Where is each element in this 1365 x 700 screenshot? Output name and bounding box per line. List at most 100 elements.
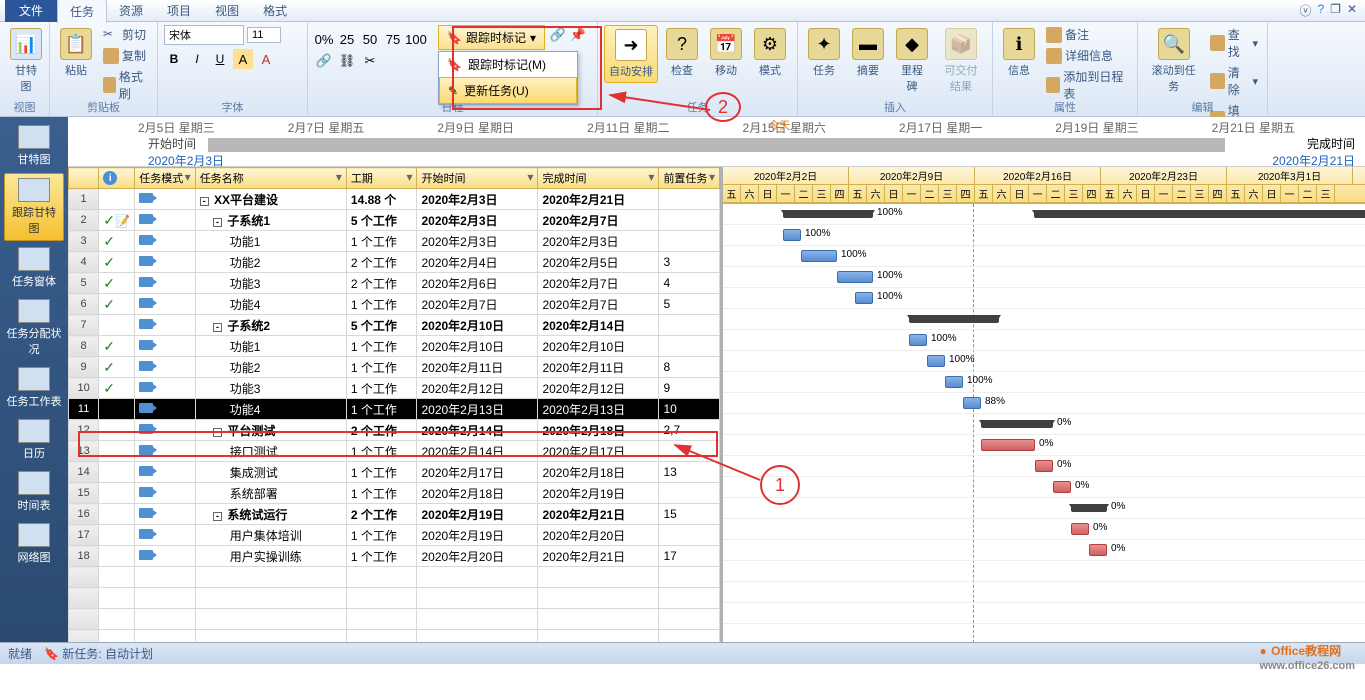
auto-schedule-button[interactable]: ➜自动安排 (604, 25, 658, 83)
task-grid[interactable]: i任务模式▾任务名称▾工期▾开始时间▾完成时间▾前置任务▾ 1- XX平台建设1… (68, 167, 723, 642)
split-button[interactable]: ✂ (360, 51, 380, 71)
pct50-button[interactable]: 50 (360, 29, 380, 49)
inspect-button[interactable]: ?检查 (662, 25, 702, 81)
sidebar-item-4[interactable]: 任务工作表 (4, 363, 64, 413)
col-header-6[interactable]: 完成时间▾ (538, 168, 659, 189)
insert-task-button[interactable]: ✦任务 (804, 25, 844, 81)
track-mark-item[interactable]: 🔖跟踪时标记(M) (439, 52, 577, 77)
gantt-bar[interactable] (801, 250, 837, 262)
bold-button[interactable]: B (164, 49, 184, 69)
col-header-5[interactable]: 开始时间▾ (417, 168, 538, 189)
move-button[interactable]: 📅移动 (706, 25, 746, 81)
tab-format[interactable]: 格式 (251, 0, 299, 22)
col-header-2[interactable]: 任务模式▾ (135, 168, 195, 189)
sidebar-item-3[interactable]: 任务分配状况 (4, 295, 64, 361)
insert-milestone-button[interactable]: ◆里程碑 (892, 25, 932, 97)
sidebar-item-7[interactable]: 网络图 (4, 519, 64, 569)
track-mark-dropdown[interactable]: 🔖跟踪时标记▾ (438, 25, 545, 50)
gantt-bar[interactable] (855, 292, 873, 304)
cut-button[interactable]: ✂剪切 (100, 25, 151, 44)
sidebar-item-5[interactable]: 日历 (4, 415, 64, 465)
pct25-button[interactable]: 25 (337, 29, 357, 49)
sidebar-item-2[interactable]: 任务窗体 (4, 243, 64, 293)
window-close-icon[interactable]: ✕ (1347, 2, 1357, 19)
fontcolor-button[interactable]: A (256, 49, 276, 69)
respect-links-button[interactable]: 🔗 (548, 25, 568, 45)
gantt-bar[interactable] (981, 439, 1035, 451)
insert-deliverable-button[interactable]: 📦可交付结果 (936, 25, 986, 97)
gantt-bar[interactable] (981, 420, 1053, 428)
font-name-select[interactable]: 宋体 (164, 25, 244, 45)
table-row[interactable]: 11 功能41 个工作2020年2月13日2020年2月13日10 (69, 399, 720, 420)
gantt-bar[interactable] (1053, 481, 1071, 493)
tab-project[interactable]: 项目 (155, 0, 203, 22)
table-row[interactable]: 1- XX平台建设14.88 个2020年2月3日2020年2月21日 (69, 189, 720, 210)
table-row[interactable]: 17 用户集体培训1 个工作2020年2月19日2020年2月20日 (69, 525, 720, 546)
table-row[interactable]: 12 - 平台测试2 个工作2020年2月14日2020年2月18日2,7 (69, 420, 720, 441)
col-header-1[interactable]: i (99, 168, 135, 189)
format-painter-button[interactable]: 格式刷 (100, 67, 151, 103)
help-icon[interactable]: ? (1317, 2, 1324, 19)
gantt-bar[interactable] (963, 397, 981, 409)
underline-button[interactable]: U (210, 49, 230, 69)
pct75-button[interactable]: 75 (383, 29, 403, 49)
sidebar-item-0[interactable]: 甘特图 (4, 121, 64, 171)
gantt-bar[interactable] (927, 355, 945, 367)
tab-view[interactable]: 视图 (203, 0, 251, 22)
gantt-bar[interactable] (909, 334, 927, 346)
info-button[interactable]: ℹ信息 (999, 25, 1039, 81)
table-row[interactable]: 18 用户实操训练1 个工作2020年2月20日2020年2月21日17 (69, 546, 720, 567)
copy-button[interactable]: 复制 (100, 46, 151, 65)
window-restore-icon[interactable]: ❐ (1330, 2, 1341, 19)
inactivate-button[interactable]: 📌 (568, 25, 588, 45)
gantt-bar[interactable] (1035, 460, 1053, 472)
gantt-bar[interactable] (1071, 504, 1107, 512)
sidebar-item-1[interactable]: 跟踪甘特图 (4, 173, 64, 241)
details-button[interactable]: 详细信息 (1043, 46, 1131, 65)
col-header-3[interactable]: 任务名称▾ (195, 168, 346, 189)
minimize-ribbon-icon[interactable]: ⓥ (1299, 2, 1311, 19)
gantt-bar[interactable] (837, 271, 873, 283)
pct100-button[interactable]: 100 (406, 29, 426, 49)
table-row[interactable]: 3✓ 功能11 个工作2020年2月3日2020年2月3日 (69, 231, 720, 252)
gantt-bar[interactable] (945, 376, 963, 388)
gantt-bar[interactable] (909, 315, 999, 323)
gantt-view-button[interactable]: 📊甘特图 (6, 25, 46, 97)
gantt-chart[interactable]: 2020年2月2日2020年2月9日2020年2月16日2020年2月23日20… (723, 167, 1365, 642)
add-timeline-button[interactable]: 添加到日程表 (1043, 67, 1131, 103)
table-row[interactable]: 7 - 子系统25 个工作2020年2月10日2020年2月14日 (69, 315, 720, 336)
col-header-0[interactable] (69, 168, 99, 189)
unlink-button[interactable]: ⛓ (337, 51, 357, 71)
sidebar-item-6[interactable]: 时间表 (4, 467, 64, 517)
find-button[interactable]: 查找▾ (1207, 25, 1261, 61)
table-row[interactable]: 9✓ 功能21 个工作2020年2月11日2020年2月11日8 (69, 357, 720, 378)
paste-button[interactable]: 📋粘贴 (56, 25, 96, 81)
table-row[interactable]: 8✓ 功能11 个工作2020年2月10日2020年2月10日 (69, 336, 720, 357)
table-row[interactable]: 14 集成测试1 个工作2020年2月17日2020年2月18日13 (69, 462, 720, 483)
update-task-item[interactable]: ✎更新任务(U) (439, 77, 577, 104)
italic-button[interactable]: I (187, 49, 207, 69)
gantt-bar[interactable] (1071, 523, 1089, 535)
link-button[interactable]: 🔗 (314, 51, 334, 71)
font-size-select[interactable]: 11 (247, 27, 281, 43)
table-row[interactable]: 5✓ 功能32 个工作2020年2月6日2020年2月7日4 (69, 273, 720, 294)
col-header-4[interactable]: 工期▾ (346, 168, 417, 189)
table-row[interactable]: 16 - 系统试运行2 个工作2020年2月19日2020年2月21日15 (69, 504, 720, 525)
table-row[interactable]: 15 系统部署1 个工作2020年2月18日2020年2月19日 (69, 483, 720, 504)
gantt-bar[interactable] (783, 229, 801, 241)
insert-summary-button[interactable]: ▬摘要 (848, 25, 888, 81)
table-row[interactable]: 2✓📝 - 子系统15 个工作2020年2月3日2020年2月7日 (69, 210, 720, 231)
scroll-to-task-button[interactable]: 🔍滚动到任务 (1144, 25, 1203, 97)
table-row[interactable]: 6✓ 功能41 个工作2020年2月7日2020年2月7日5 (69, 294, 720, 315)
table-row[interactable]: 4✓ 功能22 个工作2020年2月4日2020年2月5日3 (69, 252, 720, 273)
col-header-7[interactable]: 前置任务▾ (659, 168, 720, 189)
gantt-bar[interactable] (1089, 544, 1107, 556)
mode-button[interactable]: ⚙模式 (750, 25, 790, 81)
table-row[interactable]: 10✓ 功能31 个工作2020年2月12日2020年2月12日9 (69, 378, 720, 399)
tab-task[interactable]: 任务 (57, 0, 107, 23)
tab-resource[interactable]: 资源 (107, 0, 155, 22)
bgcolor-button[interactable]: A (233, 49, 253, 69)
pct0-button[interactable]: 0% (314, 29, 334, 49)
notes-button[interactable]: 备注 (1043, 25, 1131, 44)
gantt-bar[interactable] (783, 210, 873, 218)
